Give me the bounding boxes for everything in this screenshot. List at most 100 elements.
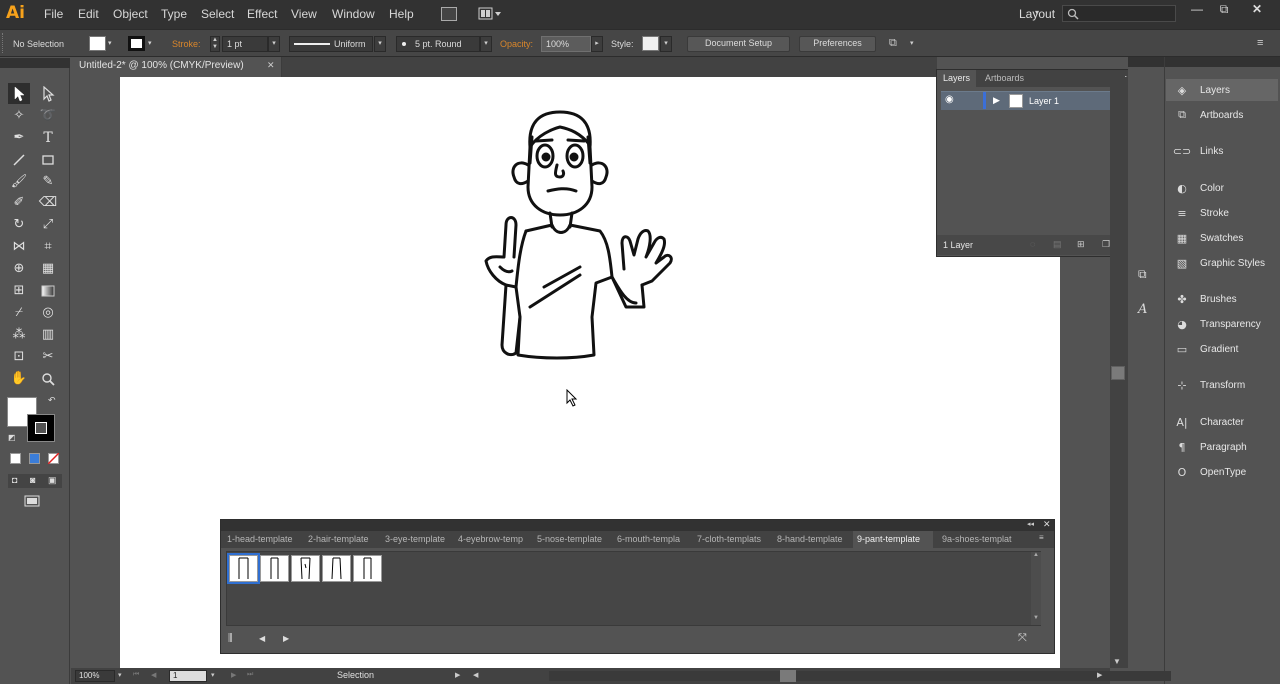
close-panel-icon[interactable]: ✕ xyxy=(1043,519,1051,530)
dock-scrollbar-thumb[interactable] xyxy=(1111,366,1125,380)
symbol-thumbnail[interactable] xyxy=(353,555,382,582)
stroke-weight-stepper[interactable]: ▲ ▼ xyxy=(210,36,220,52)
perspective-grid-tool-icon[interactable]: ▦ xyxy=(37,258,59,279)
blend-tool-icon[interactable]: ◎ xyxy=(37,302,59,323)
menu-file[interactable]: File xyxy=(44,7,63,21)
symbol-thumbnail[interactable] xyxy=(227,553,260,584)
gradient-tool-icon[interactable] xyxy=(37,280,59,301)
menu-effect[interactable]: Effect xyxy=(247,7,277,21)
tab-hand-template[interactable]: 8-hand-template xyxy=(777,531,853,548)
dock-graphic-styles[interactable]: ▧ Graphic Styles xyxy=(1166,252,1278,274)
menu-object[interactable]: Object xyxy=(113,7,148,21)
symbol-sprayer-tool-icon[interactable]: ⁂ xyxy=(8,324,30,345)
tab-cloth-template[interactable]: 7-cloth-templats xyxy=(697,531,773,548)
style-dropdown-icon[interactable]: ▾ xyxy=(660,36,672,52)
search-input[interactable] xyxy=(1062,5,1176,22)
width-tool-icon[interactable]: ⋈ xyxy=(8,236,30,257)
dock-color[interactable]: ◐ Color xyxy=(1166,177,1278,199)
color-mode-icon[interactable] xyxy=(10,453,21,464)
tab-eyebrow-template[interactable]: 4-eyebrow-temp xyxy=(458,531,534,548)
symbol-thumbnail[interactable] xyxy=(291,555,320,582)
swap-colors-icon[interactable]: ↶ xyxy=(48,395,56,406)
brush-definition[interactable]: 5 pt. Round xyxy=(396,36,480,52)
dock-transparency[interactable]: ◕ Transparency xyxy=(1166,313,1278,335)
dock-paragraph[interactable]: ¶ Paragraph xyxy=(1166,436,1278,458)
cartoon-man-illustration[interactable] xyxy=(460,107,690,367)
arrange-documents-icon[interactable] xyxy=(478,7,502,21)
panel-menu-icon[interactable]: ≡ xyxy=(1257,37,1263,49)
default-colors-icon[interactable]: ◩ xyxy=(8,433,16,442)
new-sublayer-icon[interactable]: ⊞ xyxy=(1077,239,1085,250)
scroll-up-icon[interactable]: ▲ xyxy=(1033,552,1039,558)
zoom-dropdown-icon[interactable]: ▾ xyxy=(118,671,122,679)
scroll-left-icon[interactable]: ◀ xyxy=(473,671,478,679)
horizontal-scrollbar-thumb[interactable] xyxy=(780,670,796,682)
type-tool-icon[interactable]: T xyxy=(37,127,59,148)
draw-normal-icon[interactable]: ◘ xyxy=(12,475,17,485)
library-menu-icon[interactable]: ≡ xyxy=(1039,533,1044,542)
variable-width-profile[interactable]: Uniform xyxy=(289,36,373,52)
drawing-modes[interactable]: ◘ ◙ ▣ xyxy=(8,474,62,488)
minimize-button[interactable]: — xyxy=(1184,2,1210,16)
layer-name[interactable]: Layer 1 xyxy=(1029,96,1059,106)
paintbrush-tool-icon[interactable]: 🖌 xyxy=(8,171,30,192)
glyphs-icon[interactable]: A xyxy=(1138,302,1147,317)
arrange-dropdown-icon[interactable]: ▾ xyxy=(910,39,914,47)
column-graph-tool-icon[interactable]: ▥ xyxy=(37,324,59,345)
horizontal-scrollbar[interactable] xyxy=(549,671,1171,681)
library-menu-icon[interactable]: ⫼ xyxy=(228,633,233,644)
rotate-tool-icon[interactable]: ↻ xyxy=(8,214,30,235)
preferences-button[interactable]: Preferences xyxy=(799,36,876,52)
tab-eye-template[interactable]: 3-eye-template xyxy=(385,531,455,548)
draw-behind-icon[interactable]: ◙ xyxy=(30,475,35,485)
document-setup-button[interactable]: Document Setup xyxy=(687,36,790,52)
artboard-number-field[interactable]: 1 xyxy=(169,670,207,682)
pencil-tool-icon[interactable]: ✎ xyxy=(37,171,59,192)
fill-dropdown-icon[interactable]: ▾ xyxy=(108,39,112,47)
dock-character[interactable]: A| Character xyxy=(1166,411,1278,433)
close-tab-icon[interactable]: ✕ xyxy=(267,60,275,71)
next-artboard-icon[interactable]: ▶ xyxy=(231,671,236,679)
dock-artboards[interactable]: ⧉ Artboards xyxy=(1166,104,1278,126)
draw-inside-icon[interactable]: ▣ xyxy=(48,475,57,486)
previous-library-icon[interactable]: ◀ xyxy=(259,634,265,643)
stroke-color-swatch[interactable] xyxy=(27,414,55,442)
collapse-panel-icon[interactable]: ◂◂ xyxy=(1027,520,1034,528)
direct-selection-tool-icon[interactable] xyxy=(37,83,59,104)
line-segment-tool-icon[interactable] xyxy=(8,149,30,170)
tab-hair-template[interactable]: 2-hair-template xyxy=(308,531,382,548)
profile-dropdown-icon[interactable]: ▾ xyxy=(374,36,386,52)
document-tab[interactable]: Untitled-2* @ 100% (CMYK/Preview) ✕ xyxy=(71,57,282,77)
shape-builder-tool-icon[interactable]: ⊕ xyxy=(8,258,30,279)
opacity-field[interactable]: 100% xyxy=(541,36,591,52)
previous-artboard-icon[interactable]: ◀ xyxy=(151,671,156,679)
menu-window[interactable]: Window xyxy=(332,7,375,21)
expand-layer-icon[interactable]: ▶ xyxy=(993,95,1000,106)
symbols-icon[interactable]: ⧉ xyxy=(1138,267,1147,282)
menu-edit[interactable]: Edit xyxy=(78,7,99,21)
new-layer-icon[interactable]: ❐ xyxy=(1102,239,1110,250)
brush-dropdown-icon[interactable]: ▾ xyxy=(480,36,492,52)
opacity-dropdown-icon[interactable]: ▸ xyxy=(591,36,603,52)
dock-layers[interactable]: ◈ Layers xyxy=(1166,79,1278,101)
zoom-tool-icon[interactable] xyxy=(37,368,59,389)
tab-head-template[interactable]: 1-head-template xyxy=(227,531,305,548)
scroll-right-icon[interactable]: ▶ xyxy=(1097,671,1102,679)
scroll-down-icon[interactable]: ▼ xyxy=(1033,615,1039,621)
artboard-dropdown-icon[interactable]: ▾ xyxy=(211,671,215,679)
stroke-weight-field[interactable]: 1 pt xyxy=(222,36,268,52)
eye-icon[interactable]: ◉ xyxy=(945,94,954,105)
locate-object-icon[interactable]: ◌ xyxy=(1030,239,1035,249)
dock-gradient[interactable]: ▭ Gradient xyxy=(1166,338,1278,360)
blob-brush-tool-icon[interactable]: ✐ xyxy=(8,192,30,213)
symbol-grid-scrollbar[interactable]: ▲ ▼ xyxy=(1031,552,1041,625)
scroll-down-icon[interactable]: ▼ xyxy=(1113,657,1121,666)
stroke-weight-dropdown-icon[interactable]: ▾ xyxy=(268,36,280,52)
close-button[interactable]: ✕ xyxy=(1244,2,1270,16)
dock-links[interactable]: ⊂⊃ Links xyxy=(1166,140,1278,162)
magic-wand-tool-icon[interactable]: ✧ xyxy=(8,105,30,126)
tab-layers[interactable]: Layers xyxy=(937,70,977,87)
stroke-dropdown-icon[interactable]: ▾ xyxy=(148,39,152,47)
artboard-tool-icon[interactable]: ⊡ xyxy=(8,346,30,367)
scale-tool-icon[interactable]: ⤢ xyxy=(37,214,59,235)
